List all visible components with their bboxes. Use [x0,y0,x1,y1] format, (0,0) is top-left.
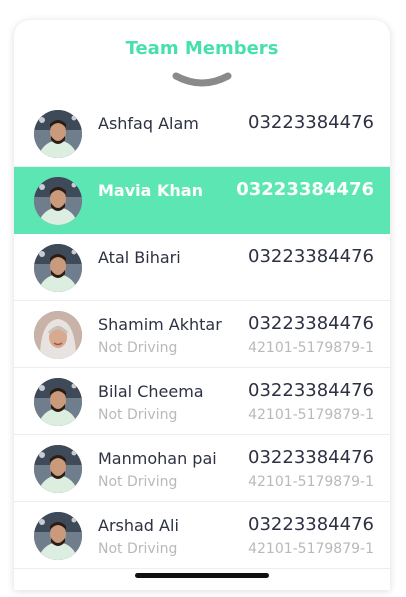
member-status: Not Driving [98,474,178,490]
member-phone: 03223384476 [248,246,374,267]
avatar [34,244,82,292]
member-row[interactable]: Shamim Akhtar 03223384476 Not Driving 42… [14,301,390,368]
member-cnic: 42101-5179879-1 [248,474,374,490]
member-phone: 03223384476 [236,179,374,200]
member-row[interactable]: Atal Bihari 03223384476 [14,234,390,301]
member-name: Manmohan pai [98,449,217,468]
member-name: Ashfaq Alam [98,114,199,133]
member-list: Ashfaq Alam 03223384476 Mavia Khan 03223… [14,100,390,569]
team-members-sheet: Team Members Ashfaq Alam 03223384476 Mav… [14,20,390,590]
member-phone: 03223384476 [248,514,374,535]
home-indicator[interactable] [135,573,269,578]
member-status: Not Driving [98,541,178,557]
avatar [34,445,82,493]
member-row[interactable]: Arshad Ali 03223384476 Not Driving 42101… [14,502,390,569]
member-name: Mavia Khan [98,181,203,200]
chevron-down-icon[interactable] [172,72,232,90]
avatar [34,177,82,225]
member-name: Bilal Cheema [98,382,204,401]
avatar [34,311,82,359]
member-phone: 03223384476 [248,380,374,401]
member-name: Arshad Ali [98,516,179,535]
member-status: Not Driving [98,407,178,423]
member-row[interactable]: Manmohan pai 03223384476 Not Driving 421… [14,435,390,502]
member-phone: 03223384476 [248,112,374,133]
member-row[interactable]: Bilal Cheema 03223384476 Not Driving 421… [14,368,390,435]
member-cnic: 42101-5179879-1 [248,541,374,557]
member-row[interactable]: Ashfaq Alam 03223384476 [14,100,390,167]
avatar [34,110,82,158]
avatar [34,512,82,560]
member-cnic: 42101-5179879-1 [248,407,374,423]
member-cnic: 42101-5179879-1 [248,340,374,356]
member-phone: 03223384476 [248,447,374,468]
member-name: Shamim Akhtar [98,315,222,334]
sheet-title: Team Members [125,38,279,59]
member-status: Not Driving [98,340,178,356]
member-phone: 03223384476 [248,313,374,334]
avatar [34,378,82,426]
member-row-selected[interactable]: Mavia Khan 03223384476 [14,167,390,234]
member-name: Atal Bihari [98,248,181,267]
